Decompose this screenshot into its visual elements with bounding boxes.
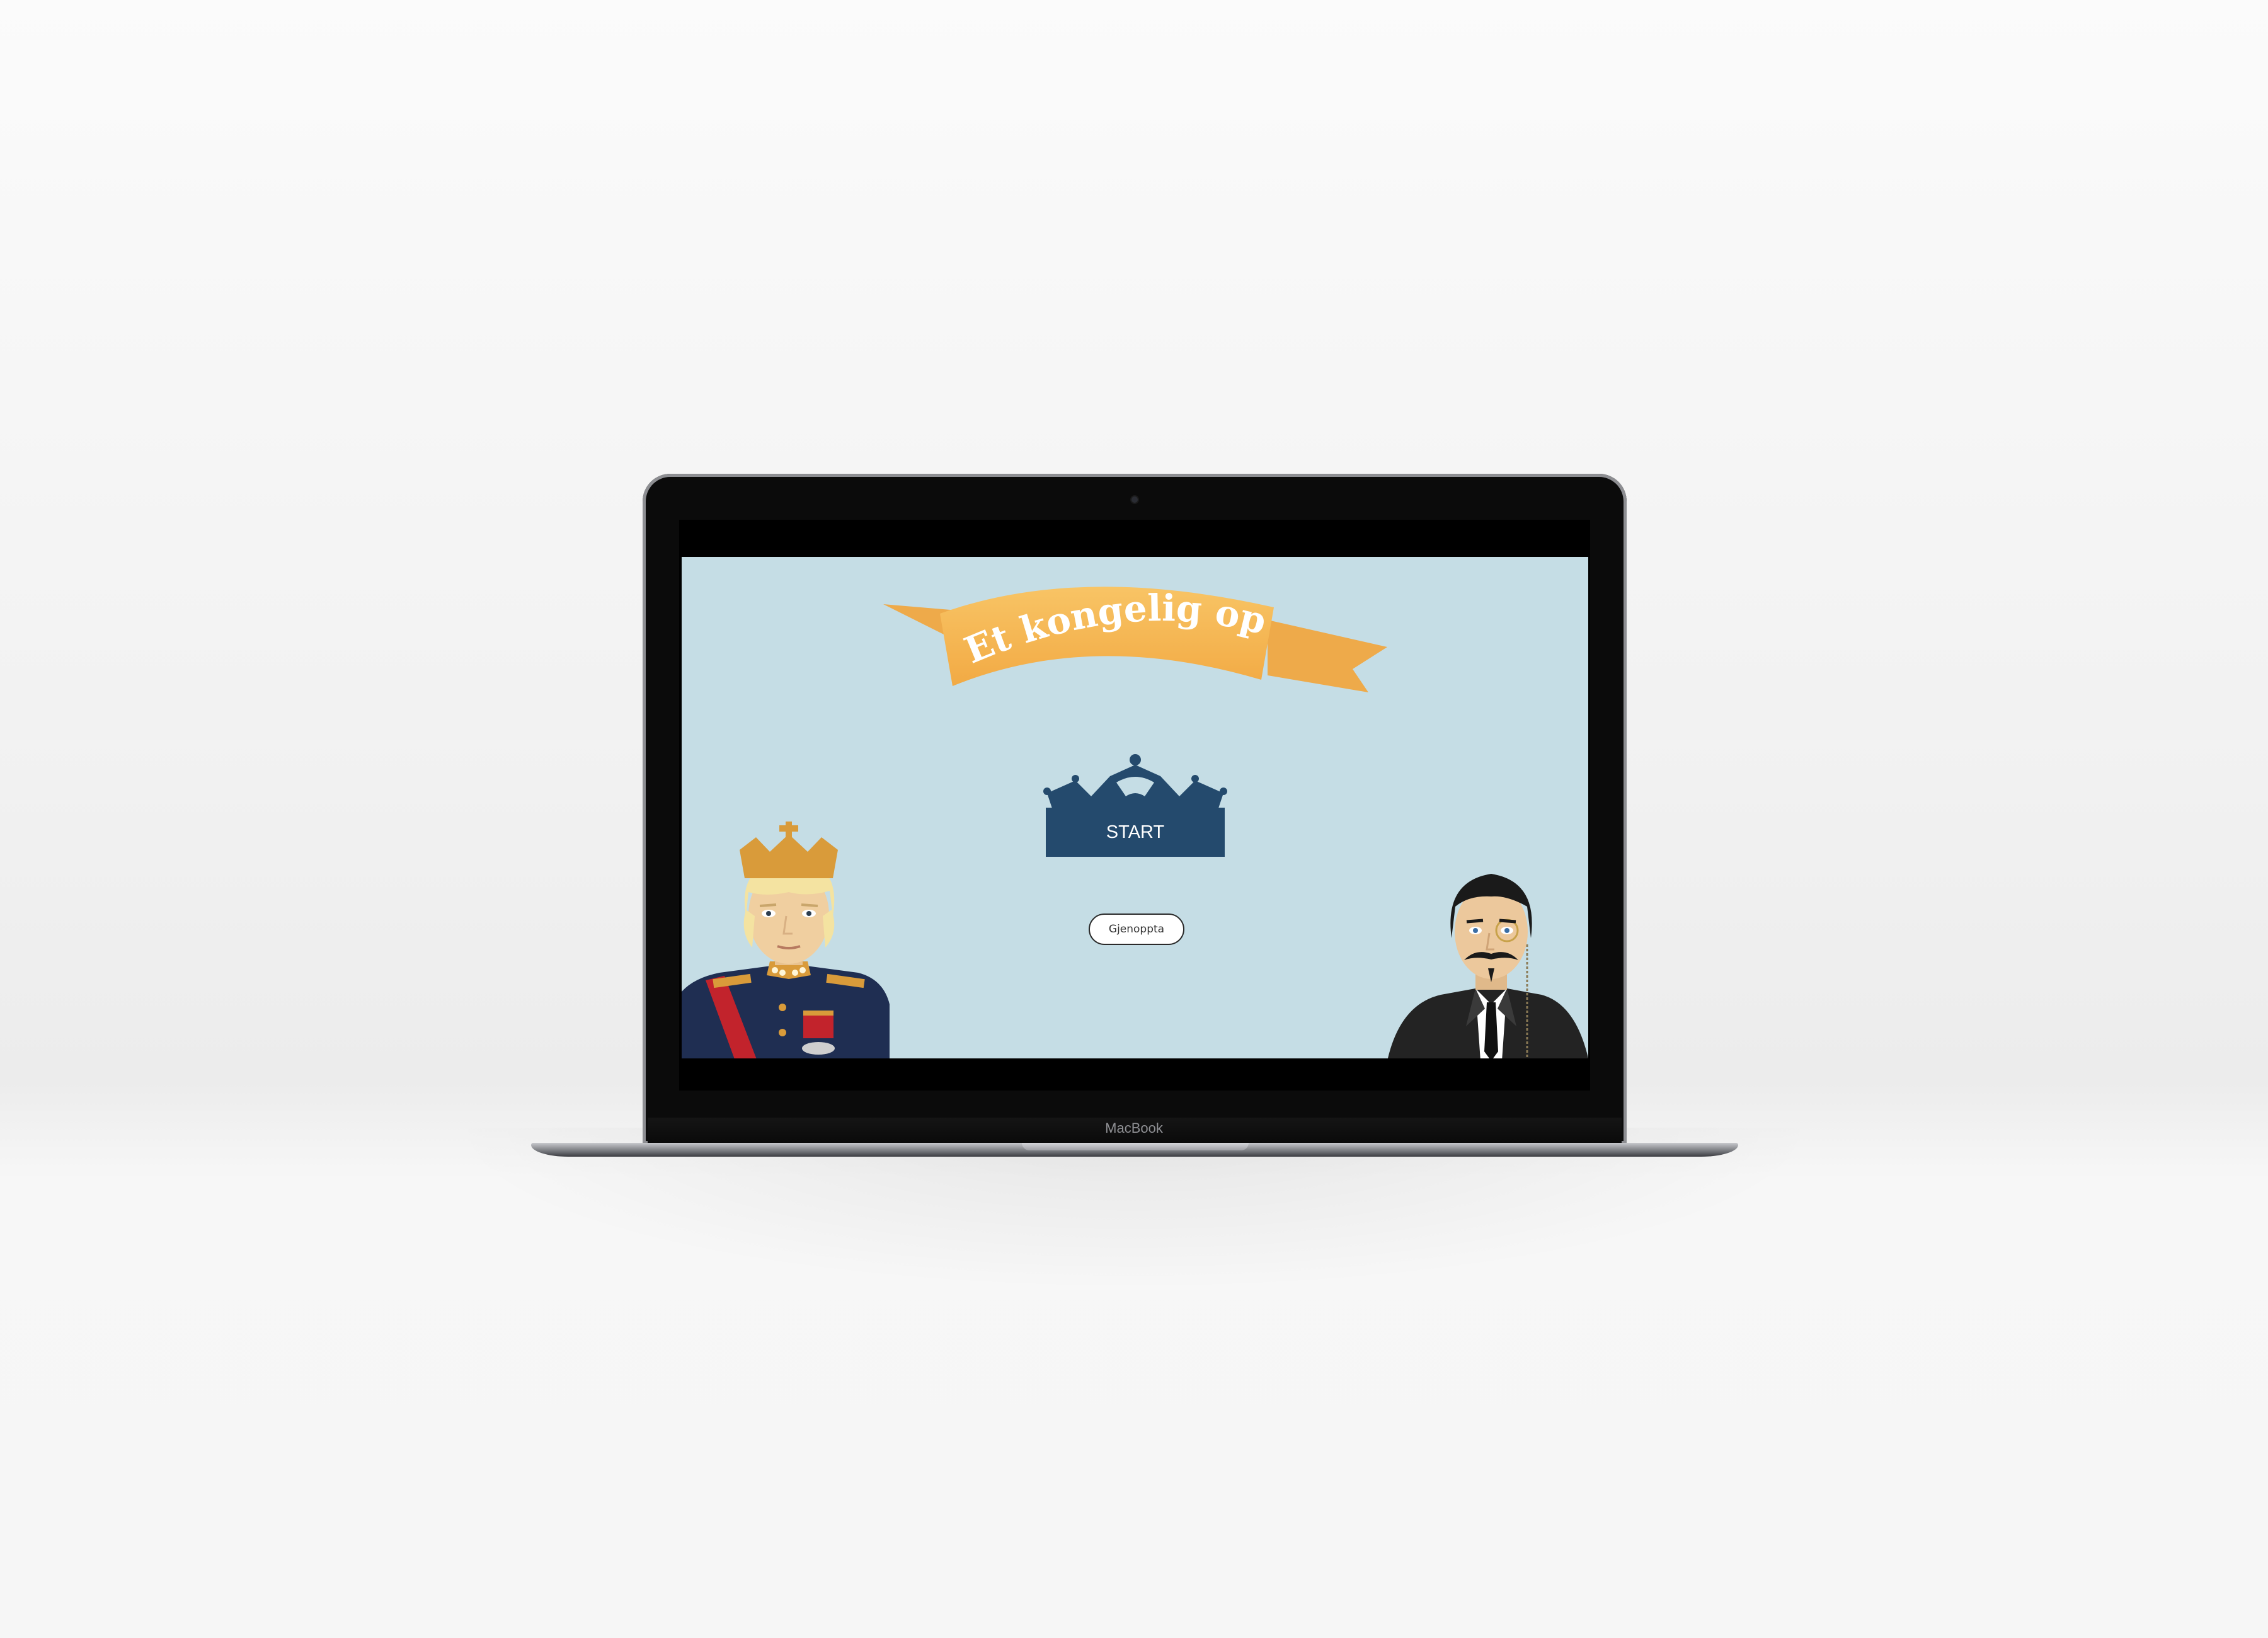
crown-top-jewel — [1130, 754, 1141, 765]
crown-right-jewel — [1220, 788, 1227, 795]
game-start-screen: Et kongelig oppdrag START Gjenoppta — [682, 557, 1588, 1058]
laptop-base-notch — [1022, 1143, 1249, 1150]
banner-right-tail — [1268, 620, 1387, 692]
king-icon — [682, 822, 890, 1058]
resume-button[interactable]: Gjenoppta — [1089, 914, 1184, 945]
webcam-icon — [1131, 496, 1138, 503]
crown-left-jewel — [1043, 788, 1051, 795]
gentleman-with-monocle-icon — [1387, 874, 1588, 1058]
start-button[interactable]: START — [1041, 746, 1230, 872]
crown-left-inner-jewel — [1072, 775, 1079, 782]
title-banner: Et kongelig oppdrag — [883, 570, 1387, 692]
start-label: START — [1106, 822, 1165, 842]
device-model-label: MacBook — [1105, 1120, 1163, 1136]
crown-right-inner-jewel — [1191, 775, 1199, 782]
